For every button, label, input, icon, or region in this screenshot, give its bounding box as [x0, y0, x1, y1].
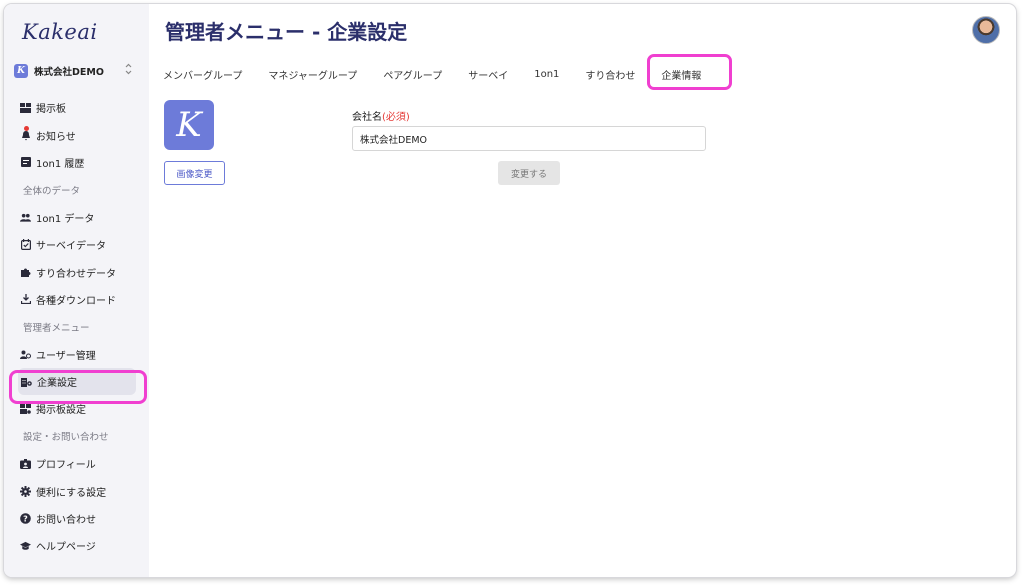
sidebar-nav: 掲示板 お知らせ 1on1 履歴 全体のデータ 1on1 データ サーベイデータ [14, 94, 144, 560]
sidebar-item-notifications[interactable]: お知らせ [14, 121, 144, 148]
sidebar-item-label: 掲示板 [36, 104, 66, 116]
sidebar-item-profile[interactable]: プロフィール [14, 450, 144, 477]
tab-pair-group[interactable]: ペアグループ [383, 67, 442, 82]
sidebar-item-1on1-data[interactable]: 1on1 データ [14, 204, 144, 231]
sidebar: Kakeai K 株式会社DEMO 掲示板 お知らせ 1on1 履歴 全体のデー… [4, 4, 149, 577]
brand-logo[interactable]: Kakeai [22, 20, 98, 44]
svg-text:?: ? [23, 514, 28, 523]
sidebar-item-label: すり合わせデータ [36, 268, 116, 280]
tab-member-group[interactable]: メンバーグループ [163, 67, 242, 82]
board-icon [20, 102, 31, 113]
tab-survey[interactable]: サーベイ [468, 67, 508, 82]
company-logo-icon: K [14, 64, 28, 78]
company-name-input[interactable] [352, 126, 706, 151]
sidebar-item-label: プロフィール [36, 460, 96, 472]
sidebar-item-survey-data[interactable]: サーベイデータ [14, 231, 144, 258]
required-mark: (必須) [382, 112, 410, 123]
company-name-label: 会社名(必須) [352, 108, 410, 123]
sidebar-item-label: 1on1 履歴 [36, 158, 85, 170]
company-icon [21, 376, 32, 388]
gear-icon [20, 485, 31, 497]
section-heading-settings: 設定・お問い合わせ [23, 432, 109, 444]
sidebar-item-label: お問い合わせ [36, 515, 96, 527]
profile-icon [20, 458, 31, 469]
sidebar-item-label: 1on1 データ [36, 213, 95, 225]
sidebar-item-user-management[interactable]: ユーザー管理 [14, 341, 144, 368]
bell-icon [20, 130, 31, 141]
tab-company-info[interactable]: 企業情報 [661, 67, 701, 82]
sidebar-item-board-settings[interactable]: 掲示板設定 [14, 395, 144, 422]
company-name-label-text: 会社名 [352, 112, 382, 123]
sidebar-item-label: 各種ダウンロード [36, 295, 116, 307]
change-image-button[interactable]: 画像変更 [164, 161, 225, 185]
settings-tabs: メンバーグループ マネジャーグループ ペアグループ サーベイ 1on1 すり合わ… [163, 64, 727, 84]
company-logo-image: K [164, 100, 214, 150]
sidebar-item-label: ユーザー管理 [36, 350, 96, 362]
puzzle-icon [20, 267, 31, 278]
history-icon [20, 157, 31, 168]
tab-manager-group[interactable]: マネジャーグループ [268, 67, 357, 82]
sidebar-item-downloads[interactable]: 各種ダウンロード [14, 286, 144, 313]
user-avatar[interactable] [972, 16, 1000, 44]
sidebar-item-label: お知らせ [36, 131, 76, 143]
sidebar-item-contact[interactable]: ? お問い合わせ [14, 505, 144, 532]
sidebar-item-help[interactable]: ヘルプページ [14, 532, 144, 559]
sidebar-item-label: ヘルプページ [36, 542, 96, 554]
survey-icon [20, 239, 31, 251]
users-icon [20, 349, 31, 360]
board-settings-icon [20, 403, 31, 414]
main-content: 管理者メニュー - 企業設定 メンバーグループ マネジャーグループ ペアグループ… [149, 4, 1016, 577]
tab-alignment[interactable]: すり合わせ [585, 67, 635, 82]
submit-change-button[interactable]: 変更する [498, 161, 560, 185]
app-window: Kakeai K 株式会社DEMO 掲示板 お知らせ 1on1 履歴 全体のデー… [4, 4, 1016, 577]
sidebar-item-label: サーベイデータ [36, 241, 106, 253]
sidebar-item-alignment-data[interactable]: すり合わせデータ [14, 258, 144, 285]
sidebar-item-board[interactable]: 掲示板 [14, 94, 144, 121]
chevron-updown-icon[interactable] [125, 63, 132, 77]
company-switcher[interactable]: K 株式会社DEMO [14, 63, 132, 79]
sidebar-item-1on1-history[interactable]: 1on1 履歴 [14, 149, 144, 176]
sidebar-item-label: 企業設定 [37, 378, 77, 390]
question-icon: ? [20, 513, 31, 524]
graduation-icon [20, 540, 31, 551]
tab-1on1[interactable]: 1on1 [534, 69, 559, 80]
page-title: 管理者メニュー - 企業設定 [165, 20, 408, 44]
people-icon [20, 212, 31, 223]
section-heading-admin: 管理者メニュー [23, 322, 90, 334]
sidebar-item-label: 掲示板設定 [36, 405, 86, 417]
download-icon [20, 294, 31, 305]
sidebar-item-label: 便利にする設定 [36, 487, 107, 499]
company-name: 株式会社DEMO [34, 67, 104, 78]
sidebar-item-company-settings[interactable]: 企業設定 [18, 367, 136, 396]
sidebar-item-convenience-settings[interactable]: 便利にする設定 [14, 477, 144, 504]
section-heading-data: 全体のデータ [23, 185, 81, 197]
